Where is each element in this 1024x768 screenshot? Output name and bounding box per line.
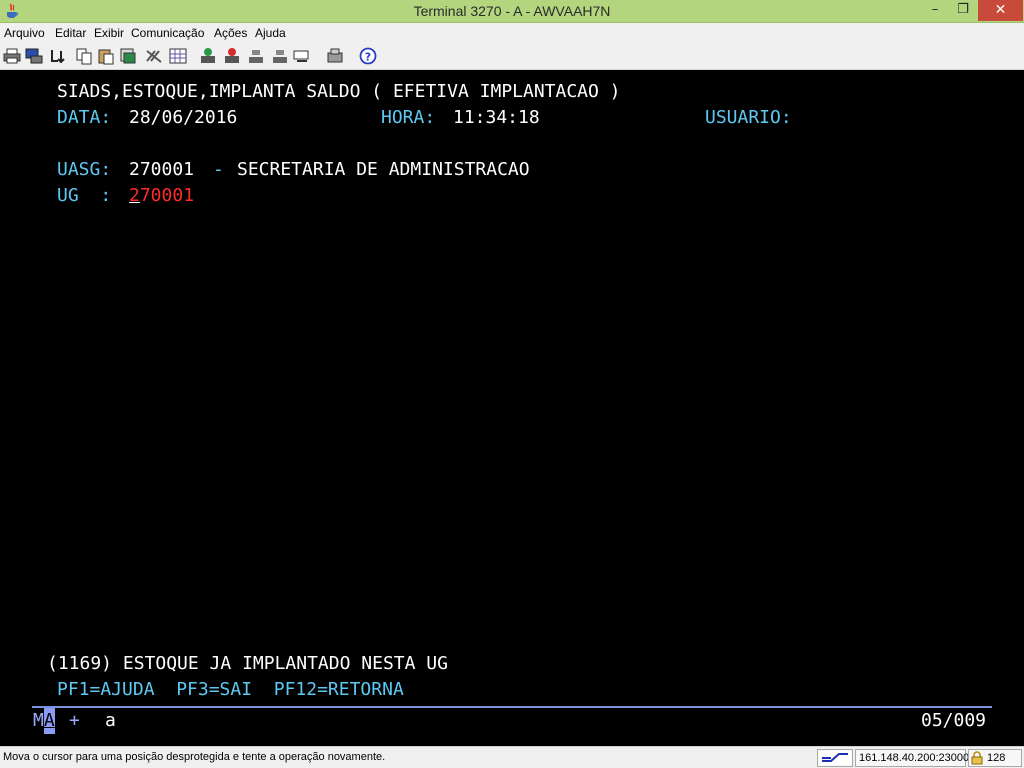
data-value: 28/06/2016 [129,107,238,128]
send-file-icon[interactable] [199,47,217,65]
copy-icon[interactable] [75,47,93,65]
session-icon[interactable] [326,47,344,65]
svg-text:?: ? [365,51,371,64]
ug-input-field[interactable]: 270001 [129,183,194,209]
ug-value-rest: 70001 [139,185,195,206]
help-icon[interactable]: ? [359,47,377,65]
close-button[interactable]: ✕ [978,0,1023,21]
encryption-status: 128 [968,749,1022,767]
window-title: Terminal 3270 - A - AWVAAH7N [413,3,611,19]
data-label: DATA: [57,107,112,128]
keypad-icon[interactable] [169,47,187,65]
status-bar-message: Mova o cursor para uma posição desproteg… [3,751,386,763]
menu-exibir[interactable]: Exibir [94,26,124,40]
status-bar: Mova o cursor para uma posição desproteg… [0,746,1024,768]
paste-icon[interactable] [97,47,115,65]
uasg-dash: - [213,159,224,180]
menu-acoes[interactable]: Ações [214,26,247,40]
oia-a-cursor: A [43,708,55,734]
hora-label: HORA: [381,107,436,128]
ug-label: UG : [57,185,112,206]
menu-comunicacao[interactable]: Comunicação [131,26,204,40]
uasg-description: SECRETARIA DE ADMINISTRACAO [237,159,530,180]
host-address: 161.148.40.200:23000 [855,749,970,767]
cursor-position: 05/009 [921,710,987,731]
oia-lowercase: a [105,710,116,731]
print-icon[interactable] [3,47,21,65]
hora-value: 11:34:18 [453,107,540,128]
uasg-value: 270001 [129,159,195,180]
lock-icon [971,751,983,765]
edit-macro-icon[interactable] [145,47,163,65]
window-titlebar: Terminal 3270 - A - AWVAAH7N – ❐ ✕ [0,0,1024,23]
host-address-text: 161.148.40.200:23000 [859,752,970,764]
record-icon[interactable] [247,47,265,65]
menu-editar[interactable]: Editar [55,26,86,40]
encryption-bits: 128 [987,752,1006,764]
screen-title: SIADS,ESTOQUE,IMPLANTA SALDO ( EFETIVA I… [57,81,621,102]
print-screen-icon[interactable] [25,47,43,65]
receive-file-icon[interactable] [223,47,241,65]
menu-arquivo[interactable]: Arquivo [4,26,45,40]
ug-value-cursor-char: 2 [129,185,140,206]
toolbar: ? [0,43,1024,70]
paste-clipboard-icon[interactable] [119,47,137,65]
connection-icon [819,751,851,765]
oia-separator [32,706,992,708]
status-message: (1169) ESTOQUE JA IMPLANTADO NESTA UG [47,653,448,674]
oia-m: M [33,710,44,731]
play-icon[interactable] [271,47,289,65]
uasg-label: UASG: [57,159,112,180]
pf-keys-legend: PF1=AJUDA PF3=SAI PF12=RETORNA [57,679,404,700]
oia-plus: + [69,710,80,731]
maximize-button[interactable]: ❐ [949,0,977,21]
minimize-button[interactable]: – [921,0,949,21]
menu-bar: Arquivo Editar Exibir Comunicação Ações … [0,23,1024,43]
oia-indicator: MA [33,708,55,734]
connection-status [817,749,853,767]
display-icon[interactable] [293,47,311,65]
transfer-icon[interactable] [49,47,67,65]
menu-ajuda[interactable]: Ajuda [255,26,286,40]
usuario-label: USUARIO: [705,107,792,128]
terminal-screen[interactable]: SIADS,ESTOQUE,IMPLANTA SALDO ( EFETIVA I… [0,70,1024,746]
